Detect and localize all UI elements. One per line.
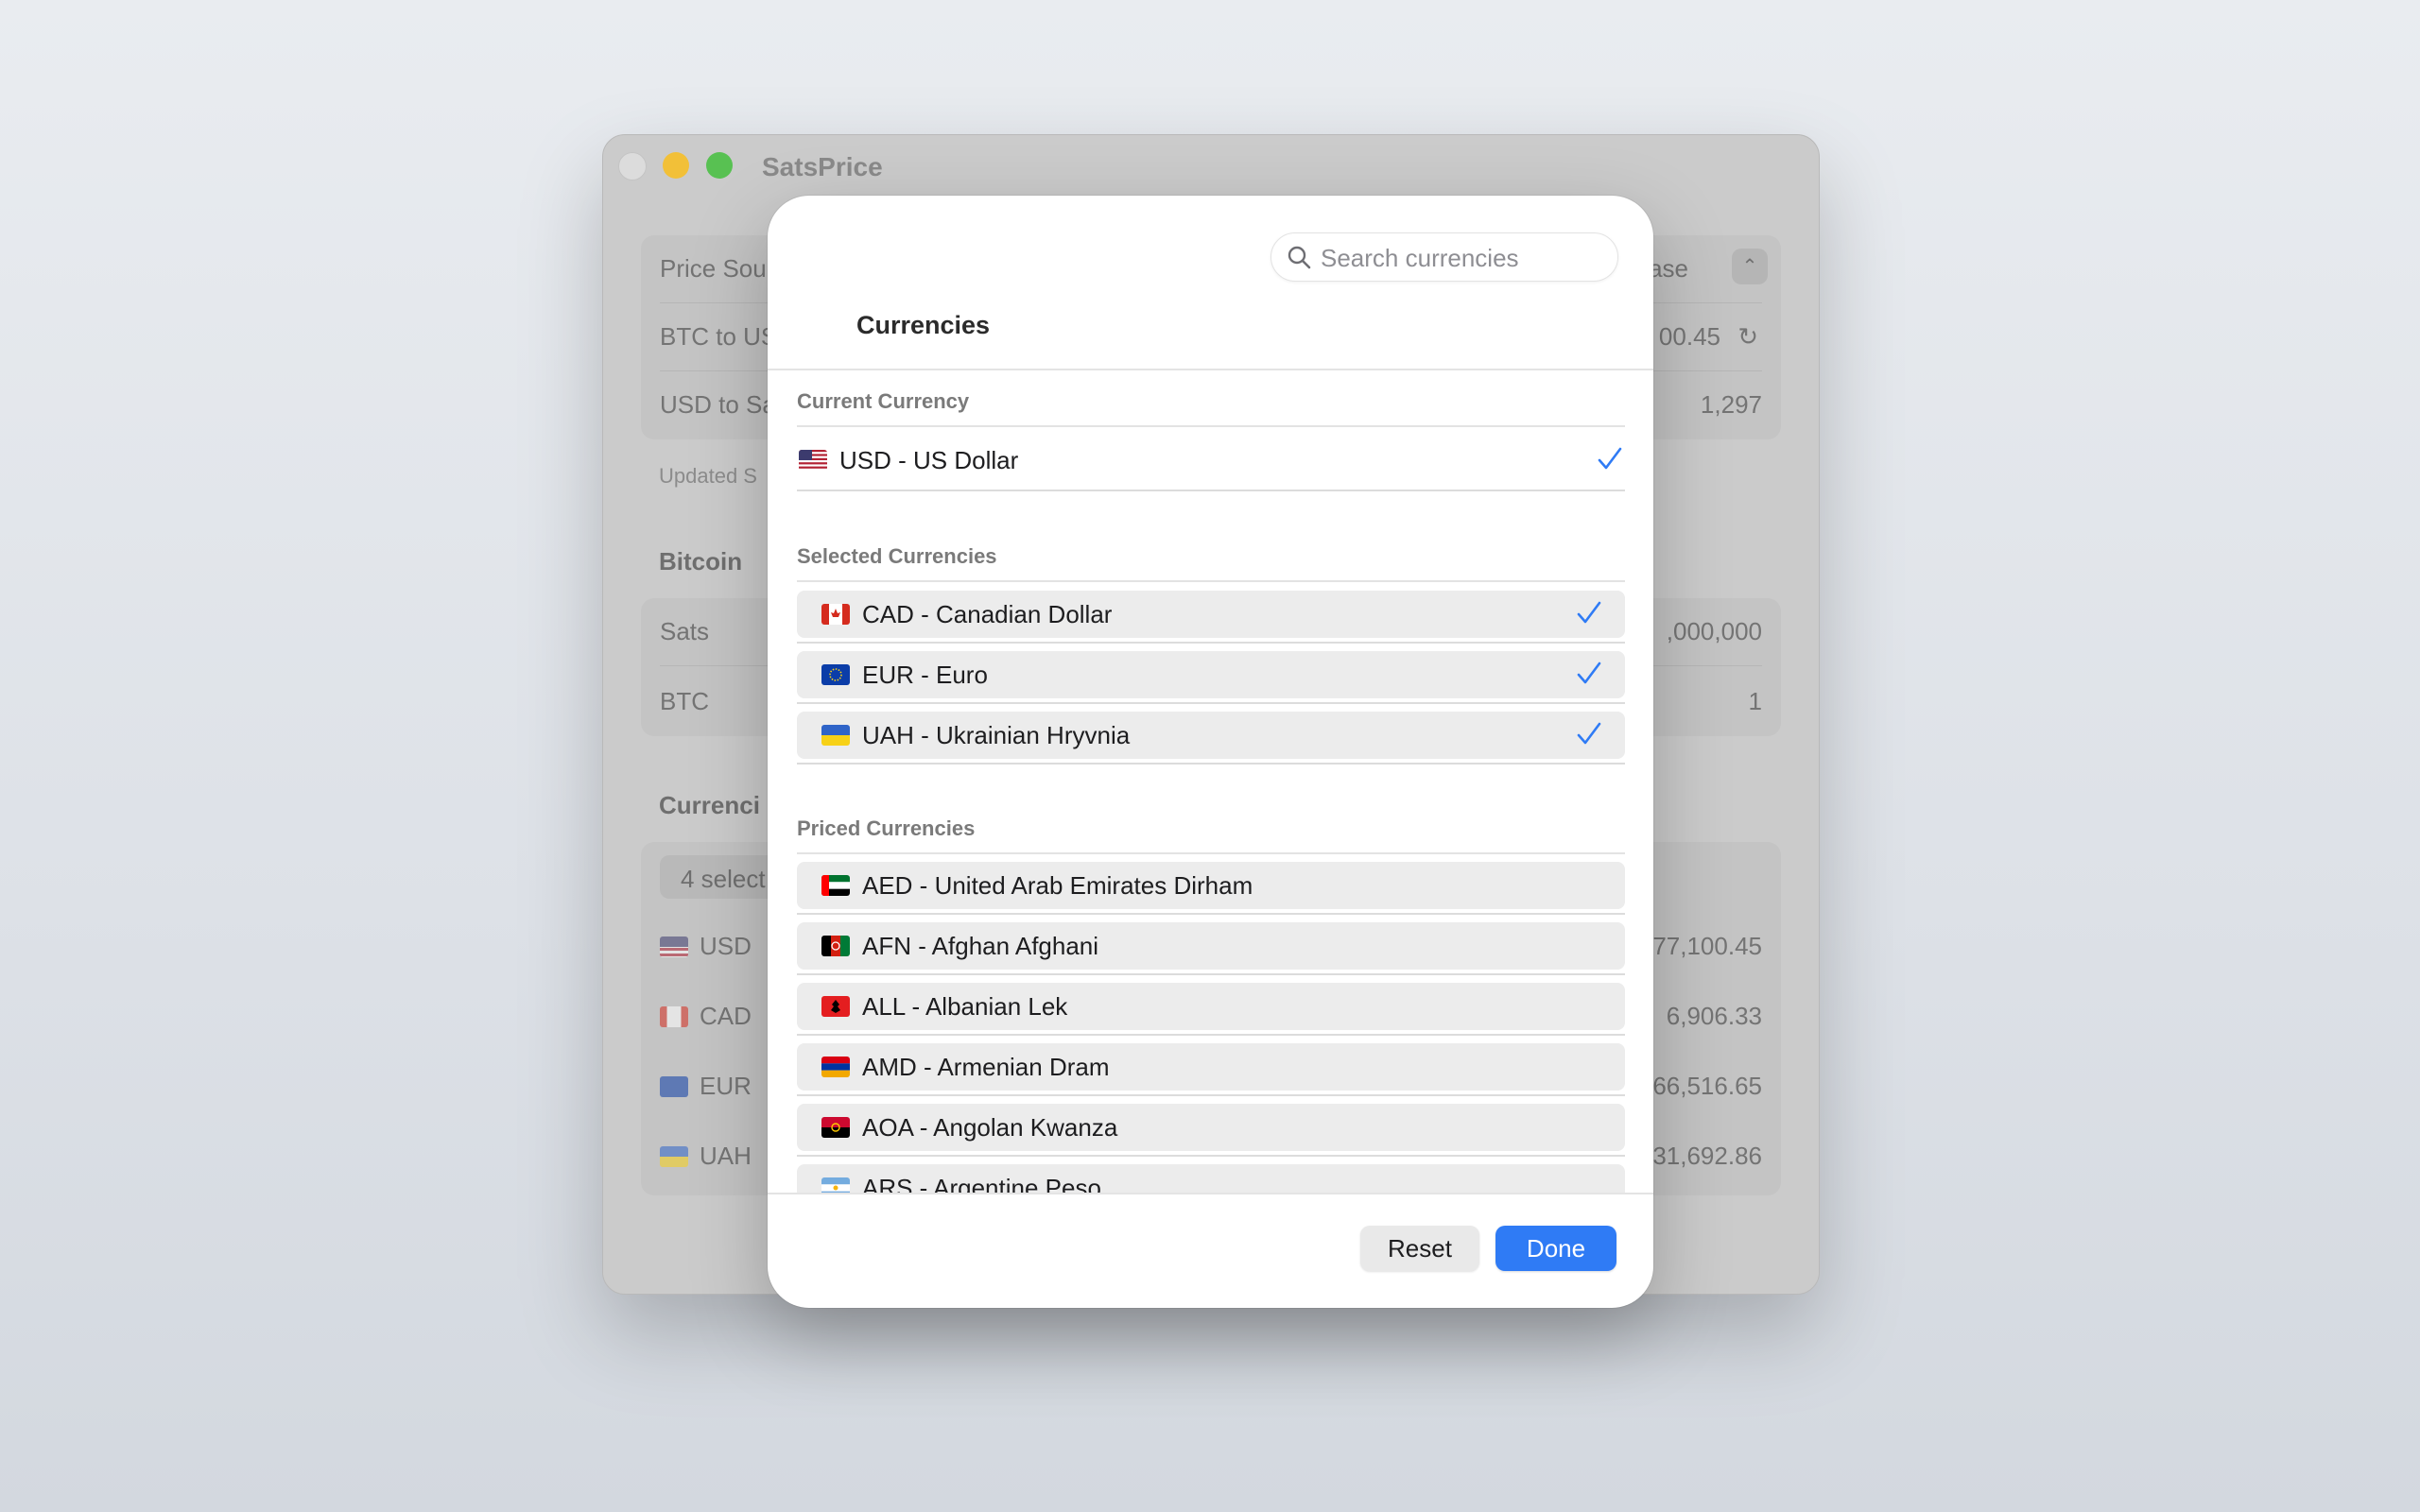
checkmark-icon [1598, 447, 1622, 470]
flag-af-icon [821, 936, 850, 956]
reset-button[interactable]: Reset [1360, 1226, 1479, 1271]
current-currency-row[interactable]: USD - US Dollar [797, 437, 1625, 484]
bitcoin-header: Bitcoin [659, 547, 743, 576]
current-currency-label: USD - US Dollar [839, 446, 1019, 474]
currency-list[interactable]: Current Currency USD - US Dollar Selecte… [768, 370, 1653, 1193]
flag-eu-icon [821, 664, 850, 685]
refresh-icon[interactable]: ↻ [1737, 322, 1758, 352]
btc-label: BTC [660, 687, 709, 715]
done-button[interactable]: Done [1495, 1226, 1616, 1271]
sats-label: Sats [660, 617, 710, 645]
section-title-current: Current Currency [797, 389, 970, 413]
chevron-up-down-icon[interactable]: ⌃ [1732, 249, 1768, 284]
priced-currency-row-aed[interactable]: AED - United Arab Emirates Dirham [797, 862, 1625, 909]
selected-currency-row-uah[interactable]: UAH - Ukrainian Hryvnia [797, 712, 1625, 759]
btc-to-usd-value: 00.45 [1658, 322, 1720, 351]
search-input[interactable] [1319, 239, 1606, 277]
price-source-value: ase [1649, 254, 1688, 283]
priced-currency-row-amd[interactable]: AMD - Armenian Dram [797, 1043, 1625, 1091]
checkmark-icon [1577, 662, 1601, 684]
price-source-label: Price Sou [660, 254, 767, 283]
selected-currency-row-cad[interactable]: CAD - Canadian Dollar [797, 591, 1625, 638]
flag-ar-icon [821, 1177, 850, 1193]
priced-currency-row-aoa[interactable]: AOA - Angolan Kwanza [797, 1104, 1625, 1151]
priced-currency-row-ars[interactable]: ARS - Argentine Peso [797, 1164, 1625, 1193]
btc-value: 1 [1748, 687, 1762, 715]
window-minimize-button[interactable] [663, 152, 689, 179]
currencies-sheet: Currencies Current Currency USD - US Dol… [768, 196, 1653, 1308]
checkmark-icon [1577, 601, 1601, 624]
btc-to-usd-label: BTC to US [660, 322, 778, 351]
flag-am-icon [821, 1057, 850, 1077]
flag-ca-icon [821, 604, 850, 625]
window-close-button[interactable] [618, 152, 647, 180]
section-title-selected: Selected Currencies [797, 544, 997, 568]
flag-us-icon [799, 450, 827, 471]
currencies-header: Currenci [659, 791, 760, 819]
sats-value: ,000,000 [1666, 617, 1762, 645]
flag-ua-icon [821, 725, 850, 746]
footer-divider [768, 1193, 1653, 1194]
flag-ao-icon [821, 1117, 850, 1138]
search-icon [1288, 246, 1311, 269]
search-field[interactable] [1270, 232, 1618, 282]
flag-al-icon [821, 996, 850, 1017]
updated-label: Updated S [659, 464, 757, 488]
usd-to-sats-value: 1,297 [1700, 390, 1762, 419]
selected-currency-row-eur[interactable]: EUR - Euro [797, 651, 1625, 698]
window-zoom-button[interactable] [706, 152, 733, 179]
flag-ae-icon [821, 875, 850, 896]
usd-to-sats-label: USD to Sa [660, 390, 776, 419]
priced-currency-row-afn[interactable]: AFN - Afghan Afghani [797, 922, 1625, 970]
window-title: SatsPrice [762, 152, 883, 181]
sheet-title: Currencies [856, 311, 991, 339]
priced-currency-row-all[interactable]: ALL - Albanian Lek [797, 983, 1625, 1030]
checkmark-icon [1577, 722, 1601, 745]
section-title-priced: Priced Currencies [797, 816, 976, 840]
